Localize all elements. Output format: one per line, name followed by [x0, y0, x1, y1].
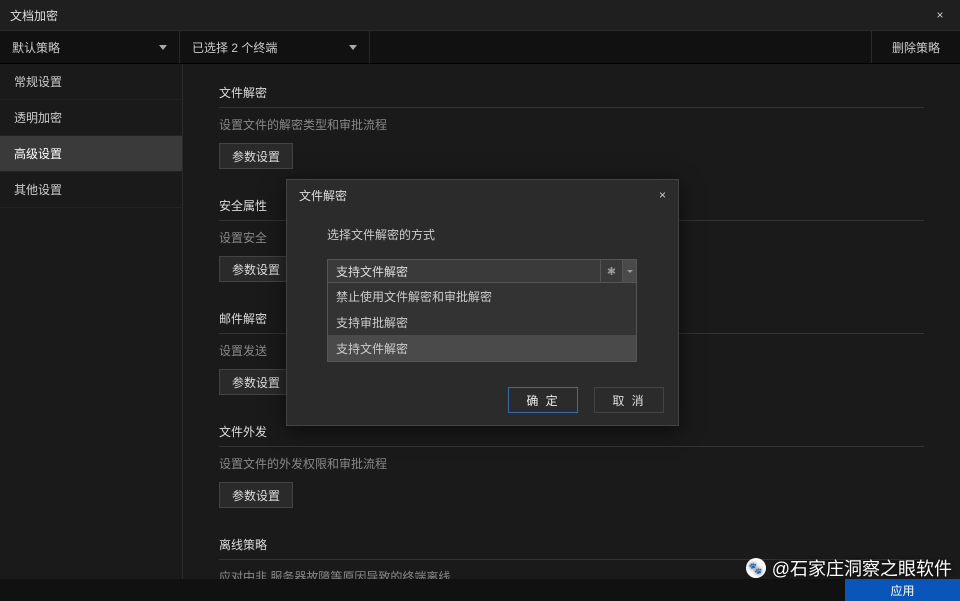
sidebar-item-label: 其他设置 — [14, 181, 62, 198]
sidebar-item-general[interactable]: 常规设置 — [0, 64, 182, 100]
policy-dropdown-label: 默认策略 — [12, 39, 60, 56]
chevron-down-icon — [349, 45, 357, 50]
chevron-down-icon — [159, 45, 167, 50]
dialog-body: 选择文件解密的方式 支持文件解密 ✱ 禁止使用文件解密和审批解密 支持审批解密 … — [287, 210, 678, 362]
params-button[interactable]: 参数设置 — [219, 482, 293, 508]
window-titlebar: 文档加密 × — [0, 0, 960, 30]
select-option[interactable]: 支持文件解密 — [328, 335, 636, 361]
sidebar-item-transparent[interactable]: 透明加密 — [0, 100, 182, 136]
section-desc: 设置文件的解密类型和审批流程 — [219, 116, 924, 133]
section-desc: 设置文件的外发权限和审批流程 — [219, 455, 924, 472]
endpoints-dropdown[interactable]: 已选择 2 个终端 — [180, 31, 370, 63]
section-title: 文件解密 — [219, 84, 924, 108]
section-offline-policy: 离线策略 应对中非 服务器故障等原因导致的终端离线 — [219, 536, 924, 579]
params-button[interactable]: 参数设置 — [219, 369, 293, 395]
sidebar-item-other[interactable]: 其他设置 — [0, 172, 182, 208]
delete-policy-button[interactable]: 删除策略 — [871, 31, 960, 63]
dialog-label: 选择文件解密的方式 — [327, 226, 658, 243]
policy-dropdown[interactable]: 默认策略 — [0, 31, 180, 63]
dialog-header: 文件解密 × — [287, 180, 678, 210]
select-options-list: 禁止使用文件解密和审批解密 支持审批解密 支持文件解密 — [327, 283, 637, 362]
cancel-button[interactable]: 取 消 — [594, 387, 664, 413]
params-button[interactable]: 参数设置 — [219, 256, 293, 282]
toolbar-spacer — [370, 31, 871, 63]
section-file-decrypt: 文件解密 设置文件的解密类型和审批流程 参数设置 — [219, 84, 924, 169]
window-close-button[interactable]: × — [930, 5, 950, 25]
section-desc: 应对中非 服务器故障等原因导致的终端离线 — [219, 568, 924, 579]
sidebar-item-label: 透明加密 — [14, 109, 62, 126]
params-button[interactable]: 参数设置 — [219, 143, 293, 169]
section-title: 文件外发 — [219, 423, 924, 447]
file-decrypt-dialog: 文件解密 × 选择文件解密的方式 支持文件解密 ✱ 禁止使用文件解密和审批解密 … — [286, 179, 679, 426]
delete-policy-label: 删除策略 — [892, 39, 940, 56]
select-value: 支持文件解密 — [327, 259, 601, 283]
gear-icon[interactable]: ✱ — [601, 259, 623, 283]
chevron-down-icon[interactable] — [623, 259, 637, 283]
sidebar-item-advanced[interactable]: 高级设置 — [0, 136, 182, 172]
toolbar: 默认策略 已选择 2 个终端 删除策略 — [0, 30, 960, 64]
dialog-close-button[interactable]: × — [659, 188, 666, 202]
ok-button[interactable]: 确 定 — [508, 387, 578, 413]
section-file-outsend: 文件外发 设置文件的外发权限和审批流程 参数设置 — [219, 423, 924, 508]
sidebar-item-label: 高级设置 — [14, 145, 62, 162]
dialog-footer: 确 定 取 消 — [508, 387, 664, 413]
dialog-title: 文件解密 — [299, 187, 347, 204]
select-option[interactable]: 禁止使用文件解密和审批解密 — [328, 283, 636, 309]
endpoints-dropdown-label: 已选择 2 个终端 — [192, 39, 277, 56]
sidebar-item-label: 常规设置 — [14, 73, 62, 90]
apply-button[interactable]: 应用 — [845, 579, 960, 601]
section-title: 离线策略 — [219, 536, 924, 560]
select-option[interactable]: 支持审批解密 — [328, 309, 636, 335]
decrypt-mode-select[interactable]: 支持文件解密 ✱ — [327, 259, 637, 283]
footer: 应用 — [0, 579, 960, 601]
sidebar: 常规设置 透明加密 高级设置 其他设置 — [0, 64, 183, 579]
window-title: 文档加密 — [10, 7, 58, 24]
